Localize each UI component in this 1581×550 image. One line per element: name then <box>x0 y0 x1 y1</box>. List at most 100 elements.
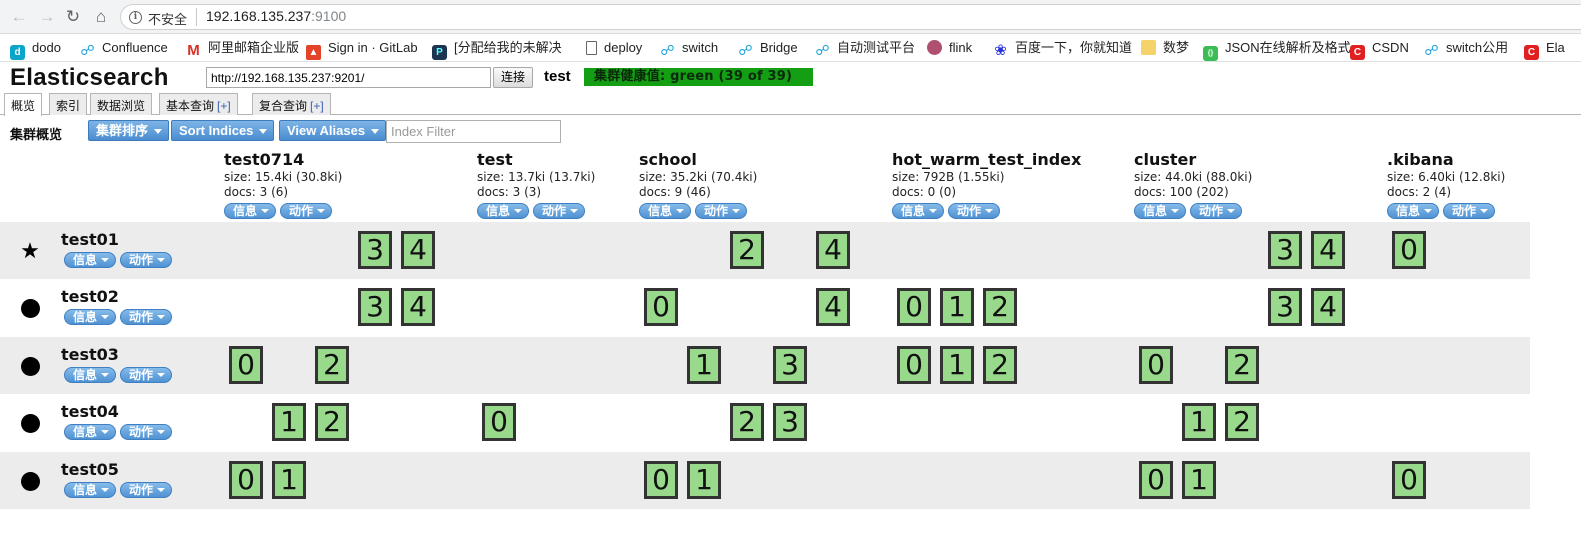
shard-box[interactable]: 3 <box>773 403 807 441</box>
bookmark-item[interactable]: ▲ Sign in · GitLab <box>306 39 418 60</box>
bookmark-item[interactable]: ❀ 百度一下，你就知道 <box>993 39 1132 58</box>
index-info-button[interactable]: 信息 <box>1134 203 1187 219</box>
bookmark-item[interactable]: ☍ Bridge <box>738 39 797 58</box>
index-action-button[interactable]: 动作 <box>695 203 748 219</box>
shard-box[interactable]: 0 <box>1139 346 1173 384</box>
shard-box[interactable]: 3 <box>1268 231 1302 269</box>
node-info-button[interactable]: 信息 <box>64 482 117 498</box>
reload-icon[interactable]: ↻ <box>62 6 84 28</box>
tab-label: 基本查询 <box>166 99 215 113</box>
tab-browser[interactable]: 数据浏览 <box>90 93 153 115</box>
shard-box[interactable]: 1 <box>687 346 721 384</box>
shard-box[interactable]: 1 <box>940 346 974 384</box>
add-tab-button[interactable]: [+] <box>310 99 324 113</box>
shard-box[interactable]: 0 <box>897 346 931 384</box>
bookmark-item[interactable]: ☍ 自动测试平台 <box>815 39 915 58</box>
bookmark-item[interactable]: M 阿里邮箱企业版 <box>186 39 299 58</box>
bookmark-item[interactable]: deploy <box>586 39 642 57</box>
shard-box[interactable]: 4 <box>816 231 850 269</box>
index-action-button[interactable]: 动作 <box>1190 203 1243 219</box>
bookmark-item[interactable]: ☍ Confluence <box>80 39 167 58</box>
node-action-button[interactable]: 动作 <box>120 424 173 440</box>
shard-box[interactable]: 4 <box>401 288 435 326</box>
forward-arrow-icon[interactable]: → <box>36 6 58 28</box>
connect-button[interactable]: 连接 <box>493 67 533 88</box>
info-icon[interactable]: i <box>129 11 142 24</box>
shard-box[interactable]: 4 <box>1311 231 1345 269</box>
index-action-button[interactable]: 动作 <box>948 203 1001 219</box>
shard-box[interactable]: 2 <box>983 346 1017 384</box>
shard-box[interactable]: 2 <box>1225 346 1259 384</box>
shard-box[interactable]: 3 <box>1268 288 1302 326</box>
shard-box[interactable]: 0 <box>897 288 931 326</box>
index-info-button[interactable]: 信息 <box>477 203 530 219</box>
shard-box[interactable]: 0 <box>644 288 678 326</box>
view-aliases-button[interactable]: View Aliases <box>279 120 387 141</box>
home-icon[interactable]: ⌂ <box>90 6 112 28</box>
node-action-button[interactable]: 动作 <box>120 367 173 383</box>
tab-overview[interactable]: 概览 <box>4 93 43 116</box>
url-text[interactable]: 192.168.135.237:9100 <box>206 8 346 24</box>
index-filter-input[interactable] <box>386 120 561 143</box>
bookmark-item[interactable]: {} JSON在线解析及格式 <box>1203 39 1351 61</box>
node-info-button[interactable]: 信息 <box>64 309 117 325</box>
shard-box[interactable]: 4 <box>816 288 850 326</box>
shard-box[interactable]: 2 <box>315 403 349 441</box>
back-arrow-icon[interactable]: ← <box>8 6 30 28</box>
shard-box[interactable]: 2 <box>315 346 349 384</box>
shard-box[interactable]: 1 <box>940 288 974 326</box>
shard-box[interactable]: 0 <box>229 461 263 499</box>
index-info-button[interactable]: 信息 <box>639 203 692 219</box>
shard-box[interactable]: 1 <box>1182 461 1216 499</box>
shard-box[interactable]: 1 <box>1182 403 1216 441</box>
index-info-button[interactable]: 信息 <box>892 203 945 219</box>
tab-indices[interactable]: 索引 <box>49 93 88 115</box>
node-info-button[interactable]: 信息 <box>64 424 117 440</box>
shard-box[interactable]: 2 <box>983 288 1017 326</box>
bookmark-item[interactable]: ☍ switch公用 <box>1424 39 1508 58</box>
index-action-button[interactable]: 动作 <box>533 203 586 219</box>
shard-box[interactable]: 4 <box>1311 288 1345 326</box>
cluster-sort-button[interactable]: 集群排序 <box>88 120 170 141</box>
shard-box[interactable]: 4 <box>401 231 435 269</box>
shard-box[interactable]: 1 <box>272 403 306 441</box>
chevron-down-icon <box>732 209 741 213</box>
bookmark-item[interactable]: C Ela <box>1524 39 1565 60</box>
shard-box[interactable]: 0 <box>1392 231 1426 269</box>
url-field[interactable]: i 不安全 192.168.135.237:9100 <box>120 4 1581 30</box>
shard-box[interactable]: 0 <box>482 403 516 441</box>
connect-url-input[interactable] <box>206 67 491 88</box>
bookmark-item[interactable]: flink <box>927 39 972 57</box>
node-action-button[interactable]: 动作 <box>120 252 173 268</box>
index-action-button[interactable]: 动作 <box>280 203 333 219</box>
node-info-button[interactable]: 信息 <box>64 367 117 383</box>
shard-box[interactable]: 2 <box>730 403 764 441</box>
node-info-button[interactable]: 信息 <box>64 252 117 268</box>
index-action-button[interactable]: 动作 <box>1443 203 1496 219</box>
shard-box[interactable]: 0 <box>1392 461 1426 499</box>
bookmark-item[interactable]: C CSDN <box>1350 39 1409 60</box>
shard-box[interactable]: 3 <box>773 346 807 384</box>
security-label[interactable]: 不安全 <box>148 9 187 28</box>
index-info-button[interactable]: 信息 <box>1387 203 1440 219</box>
sort-indices-button[interactable]: Sort Indices <box>171 120 275 141</box>
add-tab-button[interactable]: [+] <box>217 99 231 113</box>
shard-box[interactable]: 1 <box>272 461 306 499</box>
shard-box[interactable]: 1 <box>687 461 721 499</box>
shard-box[interactable]: 2 <box>1225 403 1259 441</box>
bookmark-item[interactable]: d dodo <box>10 39 61 60</box>
shard-box[interactable]: 3 <box>358 288 392 326</box>
tab-basic-query[interactable]: 基本查询 [+] <box>159 93 238 115</box>
shard-box[interactable]: 0 <box>1139 461 1173 499</box>
node-action-button[interactable]: 动作 <box>120 482 173 498</box>
tab-compound-query[interactable]: 复合查询 [+] <box>252 93 331 115</box>
node-action-button[interactable]: 动作 <box>120 309 173 325</box>
shard-box[interactable]: 0 <box>644 461 678 499</box>
bookmark-item[interactable]: P [分配给我的未解决 <box>432 39 562 60</box>
shard-box[interactable]: 2 <box>730 231 764 269</box>
bookmark-item[interactable]: 数梦 <box>1141 39 1189 57</box>
shard-box[interactable]: 0 <box>229 346 263 384</box>
shard-box[interactable]: 3 <box>358 231 392 269</box>
bookmark-item[interactable]: ☍ switch <box>660 39 718 58</box>
index-info-button[interactable]: 信息 <box>224 203 277 219</box>
